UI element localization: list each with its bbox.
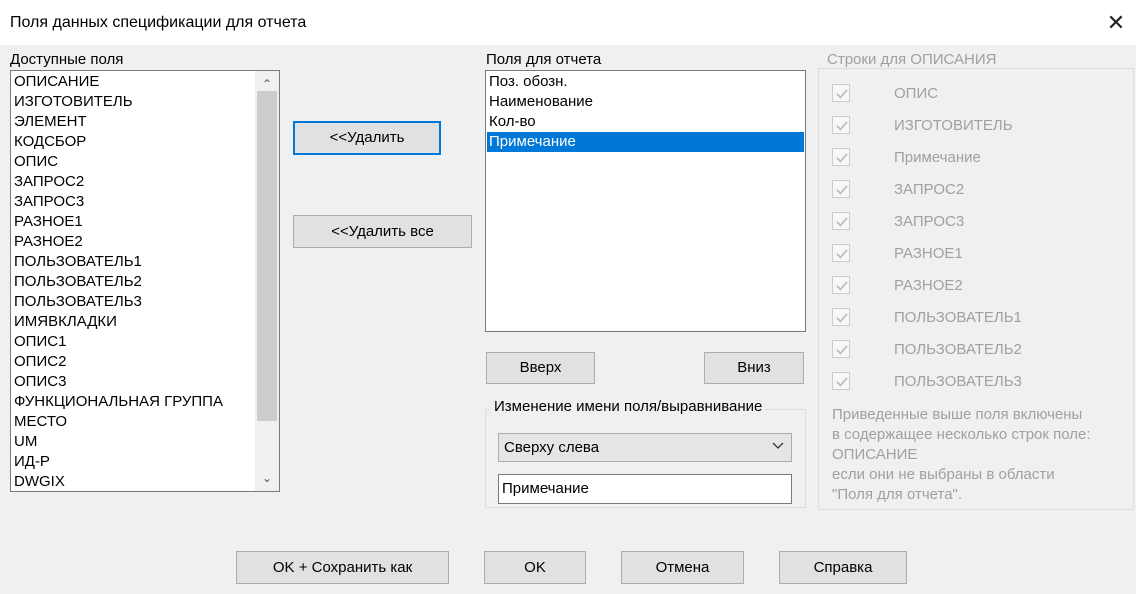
checkbox[interactable] (832, 148, 850, 166)
list-item[interactable]: РАЗНОЕ1 (12, 212, 223, 232)
checkmark-icon (836, 121, 848, 131)
checkbox-label: ПОЛЬЗОВАТЕЛЬ3 (894, 373, 1022, 390)
checkbox[interactable] (832, 244, 850, 262)
list-item[interactable]: ОПИС (12, 152, 223, 172)
available-fields-scrollbar[interactable]: ⌃ ⌄ (255, 71, 279, 491)
list-item[interactable]: ЭЛЕМЕНТ (12, 112, 223, 132)
close-icon[interactable]: ✕ (1103, 8, 1129, 38)
list-item[interactable]: ПОЛЬЗОВАТЕЛЬ1 (12, 252, 223, 272)
checkbox-label: РАЗНОЕ1 (894, 245, 963, 262)
field-name-value: Примечание (502, 480, 589, 497)
list-item[interactable]: ЗАПРОС3 (12, 192, 223, 212)
checkmark-icon (836, 313, 848, 323)
remove-all-button[interactable]: <<Удалить все (293, 215, 472, 248)
checkbox-label: ЗАПРОС3 (894, 213, 965, 230)
list-item[interactable]: ОПИС1 (12, 332, 223, 352)
checkmark-icon (836, 281, 848, 291)
checkbox[interactable] (832, 212, 850, 230)
list-item[interactable]: DWGIX (12, 472, 223, 491)
note-line: ОПИСАНИЕ (832, 446, 918, 463)
checkbox[interactable] (832, 180, 850, 198)
field-name-input[interactable]: Примечание (498, 474, 792, 504)
rename-group-label: Изменение имени поля/выравнивание (490, 398, 767, 415)
move-down-button[interactable]: Вниз (704, 352, 804, 384)
checkbox-label: РАЗНОЕ2 (894, 277, 963, 294)
report-fields-label: Поля для отчета (486, 51, 602, 68)
description-group-label: Строки для ОПИСАНИЯ (823, 51, 1001, 68)
alignment-value: Сверху слева (504, 439, 600, 456)
checkbox[interactable] (832, 340, 850, 358)
checkmark-icon (836, 89, 848, 99)
list-item[interactable]: ОПИСАНИЕ (12, 72, 223, 92)
list-item[interactable]: КОДСБОР (12, 132, 223, 152)
ok-save-as-button[interactable]: OK + Сохранить как (236, 551, 449, 584)
list-item[interactable]: ИМЯВКЛАДКИ (12, 312, 223, 332)
description-note: Приведенные выше поля включены в содержа… (832, 405, 1122, 505)
checkmark-icon (836, 345, 848, 355)
note-line: "Поля для отчета". (832, 486, 963, 503)
list-item[interactable]: ЗАПРОС2 (12, 172, 223, 192)
available-fields-list[interactable]: ОПИСАНИЕ ИЗГОТОВИТЕЛЬ ЭЛЕМЕНТ КОДСБОР ОПИС ЗА… (10, 70, 280, 492)
scroll-down-icon[interactable]: ⌄ (255, 469, 279, 487)
help-button[interactable]: Справка (779, 551, 907, 584)
checkbox[interactable] (832, 308, 850, 326)
checkmark-icon (836, 377, 848, 387)
list-item[interactable]: ИЗГОТОВИТЕЛЬ (12, 92, 223, 112)
checkbox-label: Примечание (894, 149, 981, 166)
checkmark-icon (836, 217, 848, 227)
note-line: если они не выбраны в области (832, 466, 1055, 483)
list-item[interactable]: ОПИС3 (12, 372, 223, 392)
list-item[interactable]: ФУНКЦИОНАЛЬНАЯ ГРУППА (12, 392, 223, 412)
checkbox[interactable] (832, 116, 850, 134)
list-item[interactable]: Наименование (487, 92, 804, 112)
checkmark-icon (836, 153, 848, 163)
move-up-button[interactable]: Вверх (486, 352, 595, 384)
checkbox-label: ИЗГОТОВИТЕЛЬ (894, 117, 1013, 134)
list-item[interactable]: МЕСТО (12, 412, 223, 432)
checkbox-label: ОПИС (894, 85, 939, 102)
title-bar: Поля данных спецификации для отчета ✕ (0, 0, 1136, 45)
alignment-dropdown[interactable]: Сверху слева (498, 433, 792, 462)
list-item[interactable]: РАЗНОЕ2 (12, 232, 223, 252)
list-item[interactable]: ПОЛЬЗОВАТЕЛЬ2 (12, 272, 223, 292)
chevron-down-icon (772, 442, 784, 449)
cancel-button[interactable]: Отмена (621, 551, 744, 584)
checkbox[interactable] (832, 372, 850, 390)
checkbox-label: ЗАПРОС2 (894, 181, 965, 198)
ok-button[interactable]: OK (484, 551, 586, 584)
list-item[interactable]: UM (12, 432, 223, 452)
list-item[interactable]: Поз. обозн. (487, 72, 804, 92)
checkbox-label: ПОЛЬЗОВАТЕЛЬ2 (894, 341, 1022, 358)
window-title: Поля данных спецификации для отчета (10, 14, 307, 31)
list-item[interactable]: Примечание (487, 132, 804, 152)
checkbox[interactable] (832, 84, 850, 102)
checkbox-label: ПОЛЬЗОВАТЕЛЬ1 (894, 309, 1022, 326)
checkbox[interactable] (832, 276, 850, 294)
available-fields-label: Доступные поля (10, 51, 124, 68)
note-line: Приведенные выше поля включены (832, 406, 1083, 423)
list-item[interactable]: Кол-во (487, 112, 804, 132)
report-fields-list[interactable]: Поз. обозн. Наименование Кол-во Примечание (485, 70, 806, 332)
note-line: в содержащее несколько строк поле: (832, 426, 1091, 443)
scrollbar-thumb[interactable] (257, 91, 277, 421)
list-item[interactable]: ИД-Р (12, 452, 223, 472)
list-item[interactable]: ОПИС2 (12, 352, 223, 372)
list-item[interactable]: ПОЛЬЗОВАТЕЛЬ3 (12, 292, 223, 312)
checkmark-icon (836, 249, 848, 259)
remove-button[interactable]: <<Удалить (293, 121, 441, 155)
checkmark-icon (836, 185, 848, 195)
